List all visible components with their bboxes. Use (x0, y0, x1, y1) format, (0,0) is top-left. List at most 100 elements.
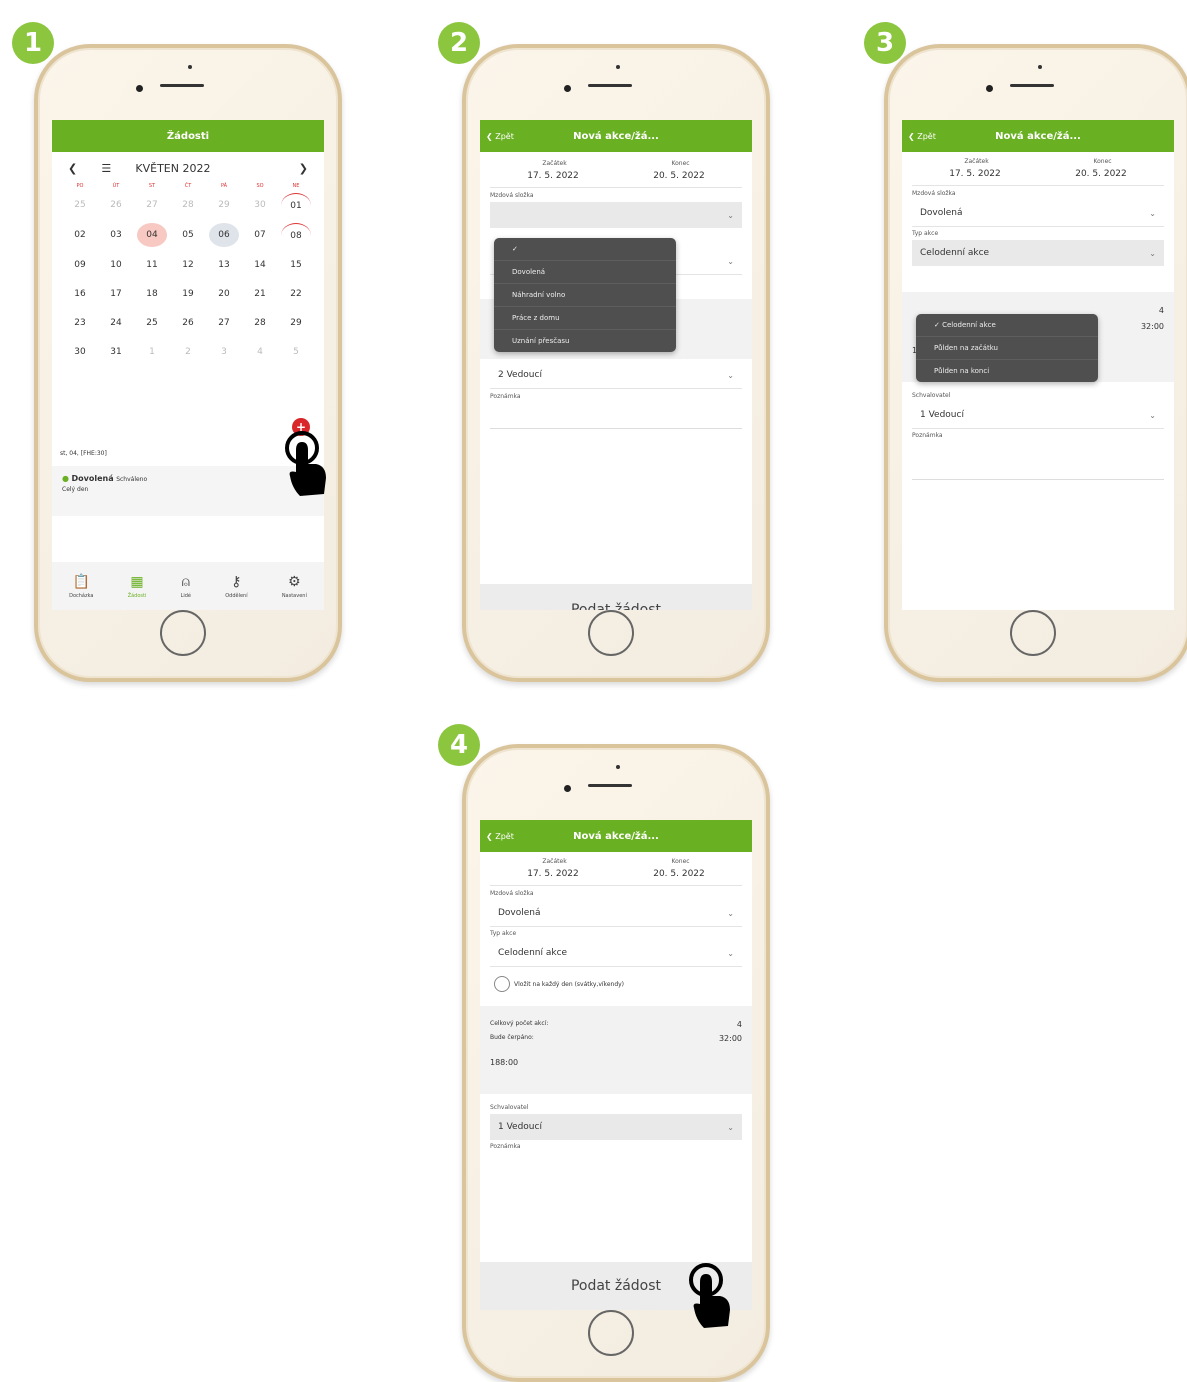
home-button[interactable] (160, 610, 206, 656)
weekday-label: PÁ (220, 183, 228, 189)
phone-3: ❮ Zpět Nová akce/žá... Začátek Konec 17. 5… (884, 44, 1187, 682)
start-date[interactable]: 17. 5. 2022 (527, 171, 579, 181)
calendar-day[interactable]: 16 (65, 282, 95, 306)
wage-select[interactable]: Dovolená ⌄ (912, 200, 1164, 227)
menu-item-fullday[interactable]: ✓ Celodenní akce (916, 314, 1098, 337)
menu-item-home[interactable]: Práce z domu (494, 307, 676, 330)
tab-attendance[interactable]: 📋 Docházka (69, 574, 93, 599)
calendar-day[interactable]: 26 (101, 193, 131, 217)
header-title: Žádosti (52, 120, 324, 152)
step-badge-4: 4 (438, 724, 480, 766)
menu-item-dovolena[interactable]: Dovolená (494, 261, 676, 284)
wage-dropdown-menu: ✓ Dovolená Náhradní volno Práce z domu U… (494, 238, 676, 352)
calendar-day[interactable]: 25 (65, 193, 95, 217)
end-date[interactable]: 20. 5. 2022 (653, 171, 705, 181)
calendar-day[interactable]: 07 (245, 223, 275, 247)
wage-select[interactable]: ⌄ (490, 202, 742, 228)
approver-select[interactable]: 1 Vedoucí ⌄ (912, 402, 1164, 429)
calendar-day[interactable]: 08 (281, 223, 311, 248)
menu-item-halfday-end[interactable]: Půlden na konci (916, 360, 1098, 382)
back-button[interactable]: ❮ Zpět (486, 832, 514, 841)
calendar-day[interactable]: 17 (101, 282, 131, 306)
calendar-day[interactable]: 26 (173, 311, 203, 335)
approver-select[interactable]: 1 Vedoucí ⌄ (490, 1114, 742, 1140)
calendar-day[interactable]: 22 (281, 282, 311, 306)
list-view-icon[interactable]: ☰ (101, 162, 111, 175)
home-button[interactable] (1010, 610, 1056, 656)
back-button[interactable]: ❮ Zpět (908, 132, 936, 141)
gear-icon: ⚙ (288, 573, 301, 590)
calendar-day[interactable]: 03 (101, 223, 131, 247)
calendar-day[interactable]: 30 (65, 340, 95, 364)
menu-item-halfday-start[interactable]: Půlden na začátku (916, 337, 1098, 360)
calendar-day[interactable]: 12 (173, 253, 203, 277)
calendar-day[interactable]: 4 (245, 340, 275, 364)
tab-people[interactable]: ⍝ Lidé (181, 574, 191, 599)
calendar-day[interactable]: 25 (137, 311, 167, 335)
type-select[interactable]: Celodenní akce ⌄ (912, 240, 1164, 266)
start-date[interactable]: 17. 5. 2022 (527, 869, 579, 879)
tab-settings[interactable]: ⚙ Nastavení (282, 574, 307, 599)
calendar-day[interactable]: 28 (245, 311, 275, 335)
calendar-day[interactable]: 23 (65, 311, 95, 335)
form-title: Nová akce/žá... (573, 130, 659, 142)
end-date[interactable]: 20. 5. 2022 (1075, 169, 1127, 179)
weekday-header: PO ÚT ST ČT PÁ SO NE (52, 179, 324, 193)
phone-1: Žádosti ❮ ☰ KVĚTEN 2022 ❯ PO ÚT ST ČT PÁ SO NE… (34, 44, 342, 682)
weekday-label: SO (256, 183, 264, 189)
calendar-day[interactable]: 01 (281, 193, 311, 218)
calendar-day[interactable]: 04 (137, 223, 167, 247)
prev-month-icon[interactable]: ❮ (68, 162, 77, 175)
calendar-day[interactable]: 30 (245, 193, 275, 217)
home-button[interactable] (588, 1310, 634, 1356)
calendar-day[interactable]: 09 (65, 253, 95, 277)
tap-hand-icon (689, 1263, 730, 1328)
calendar-day[interactable]: 29 (209, 193, 239, 217)
end-date[interactable]: 20. 5. 2022 (653, 869, 705, 879)
submit-button[interactable]: Podat žádost (480, 584, 752, 610)
calendar-day[interactable]: 31 (101, 340, 131, 364)
calendar-day[interactable]: 13 (209, 253, 239, 277)
back-button[interactable]: ❮ Zpět (486, 132, 514, 141)
menu-item-empty[interactable]: ✓ (494, 238, 676, 261)
calendar-day[interactable]: 06 (209, 223, 239, 247)
calendar-day[interactable]: 27 (209, 311, 239, 335)
menu-item-overtime[interactable]: Uznání přesčasu (494, 330, 676, 352)
weekday-label: PO (76, 183, 84, 189)
calendar-day[interactable]: 24 (101, 311, 131, 335)
type-select[interactable]: Celodenní akce ⌄ (490, 940, 742, 967)
calendar-icon: ▦ (130, 573, 144, 590)
type-dropdown-menu: ✓ Celodenní akce Půlden na začátku Půlde… (916, 314, 1098, 382)
calendar-day[interactable]: 18 (137, 282, 167, 306)
calendar-day[interactable]: 15 (281, 253, 311, 277)
home-button[interactable] (588, 610, 634, 656)
menu-item-nahradni[interactable]: Náhradní volno (494, 284, 676, 307)
calendar-day[interactable]: 14 (245, 253, 275, 277)
start-date[interactable]: 17. 5. 2022 (949, 169, 1001, 179)
calendar-day[interactable]: 20 (209, 282, 239, 306)
calendar-day[interactable]: 19 (173, 282, 203, 306)
step-badge-1: 1 (12, 22, 54, 64)
calendar-day[interactable]: 21 (245, 282, 275, 306)
calendar-day[interactable]: 5 (281, 340, 311, 364)
calendar-day[interactable]: 29 (281, 311, 311, 335)
calendar-day[interactable]: 11 (137, 253, 167, 277)
calendar-day[interactable]: 3 (209, 340, 239, 364)
wage-select[interactable]: Dovolená ⌄ (490, 900, 742, 927)
everyday-checkbox[interactable]: Vložit na každý den (svátky,víkendy) (480, 970, 752, 998)
approver-select[interactable]: 2 Vedoucí ⌄ (490, 362, 742, 389)
phone-2: ❮ Zpět Nová akce/žá... Začátek Konec 17. 5… (462, 44, 770, 682)
next-month-icon[interactable]: ❯ (299, 162, 308, 175)
calendar-day[interactable]: 27 (137, 193, 167, 217)
calendar-day[interactable]: 05 (173, 223, 203, 247)
calendar-day[interactable]: 28 (173, 193, 203, 217)
tab-departments[interactable]: ⚷ Oddělení (225, 574, 247, 599)
calendar-day[interactable]: 1 (137, 340, 167, 364)
tap-hand-icon (285, 431, 326, 496)
calendar-day[interactable]: 10 (101, 253, 131, 277)
calendar-day[interactable]: 2 (173, 340, 203, 364)
calendar-day[interactable]: 02 (65, 223, 95, 247)
tab-requests[interactable]: ▦ Žádosti (128, 574, 147, 599)
selected-date: st, 04, [FHE:30] (60, 450, 107, 457)
weekday-label: ÚT (112, 183, 120, 189)
